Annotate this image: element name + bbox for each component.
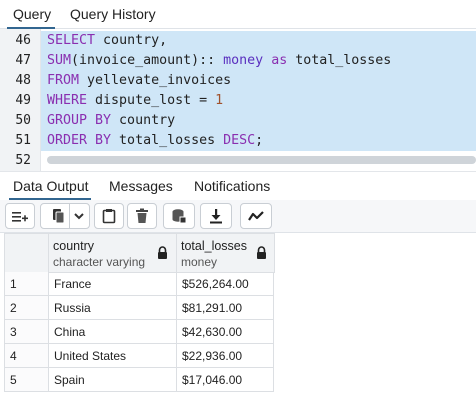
code-token: SELECT bbox=[47, 33, 96, 48]
code-line[interactable]: SUM(invoice_amount):: money as total_los… bbox=[47, 53, 391, 68]
code-line[interactable]: ORDER BY total_losses DESC; bbox=[47, 133, 263, 148]
tab-notifications[interactable]: Notifications bbox=[194, 178, 270, 194]
line-number: 50 bbox=[15, 113, 31, 128]
line-number: 47 bbox=[15, 53, 31, 68]
dropdown-divider bbox=[69, 204, 70, 228]
tab-query[interactable]: Query bbox=[6, 6, 56, 29]
code-token: as bbox=[271, 53, 288, 68]
column-type: character varying bbox=[53, 255, 146, 269]
line-number: 48 bbox=[15, 73, 31, 88]
line-number: 51 bbox=[15, 133, 31, 148]
column-header-total-losses[interactable]: total_losses money bbox=[176, 233, 275, 273]
cell-country[interactable]: Russia bbox=[48, 296, 177, 320]
row-number: 2 bbox=[4, 296, 49, 320]
paste-button[interactable] bbox=[94, 203, 124, 229]
code-token: SUM bbox=[47, 53, 72, 68]
cell-country[interactable]: Spain bbox=[48, 368, 177, 392]
cell-total-losses[interactable]: $526,264.00 bbox=[176, 272, 274, 296]
cell-total-losses[interactable]: $22,936.00 bbox=[176, 344, 274, 368]
tab-query-history[interactable]: Query History bbox=[70, 6, 156, 22]
copy-button[interactable] bbox=[40, 203, 90, 229]
cell-country[interactable]: France bbox=[48, 272, 177, 296]
code-token: FROM bbox=[47, 73, 80, 88]
column-type: money bbox=[181, 255, 218, 269]
tab-messages[interactable]: Messages bbox=[109, 178, 173, 194]
row-number-header bbox=[4, 233, 50, 273]
cell-total-losses[interactable]: $81,291.00 bbox=[176, 296, 274, 320]
code-token: country bbox=[111, 113, 176, 128]
cell-country[interactable]: China bbox=[48, 320, 177, 344]
save-data-button[interactable] bbox=[163, 203, 195, 229]
column-header-country[interactable]: country character varying bbox=[48, 233, 178, 273]
code-line[interactable]: FROM yellevate_invoices bbox=[47, 73, 231, 88]
cell-total-losses[interactable]: $42,630.00 bbox=[176, 320, 274, 344]
row-number: 5 bbox=[4, 368, 49, 392]
save-data-icon bbox=[172, 209, 187, 224]
code-token: ; bbox=[255, 133, 264, 148]
lock-icon bbox=[257, 246, 266, 259]
add-row-button[interactable] bbox=[5, 203, 35, 229]
code-token: 1 bbox=[215, 93, 224, 108]
column-name: total_losses bbox=[181, 239, 248, 253]
code-line[interactable]: SELECT country, bbox=[47, 33, 167, 48]
row-number: 3 bbox=[4, 320, 49, 344]
graph-icon bbox=[248, 211, 264, 221]
tab-data-output[interactable]: Data Output bbox=[9, 178, 90, 200]
line-number: 49 bbox=[15, 93, 31, 108]
lock-icon bbox=[158, 246, 167, 259]
data-output-toolbar bbox=[0, 200, 476, 233]
code-line[interactable]: GROUP BY country bbox=[47, 113, 175, 128]
code-token: (invoice_amount):: bbox=[71, 53, 224, 68]
chevron-down-icon[interactable] bbox=[74, 212, 84, 220]
code-line[interactable]: WHERE dispute_lost = 1 bbox=[47, 93, 223, 108]
horizontal-scrollbar[interactable] bbox=[47, 156, 476, 164]
code-token: total_losses bbox=[287, 53, 392, 68]
download-icon bbox=[210, 209, 222, 224]
sql-editor[interactable]: 46 47 48 49 50 51 52 SELECT country, SUM(invoic… bbox=[0, 29, 476, 171]
query-tabs: Query Query History bbox=[0, 0, 476, 29]
code-token: GROUP BY bbox=[47, 113, 112, 128]
code-token: DESC bbox=[223, 133, 256, 148]
graph-visualiser-button[interactable] bbox=[240, 203, 272, 229]
cell-country[interactable]: United States bbox=[48, 344, 177, 368]
line-number: 52 bbox=[15, 153, 31, 168]
line-number: 46 bbox=[15, 33, 31, 48]
download-button[interactable] bbox=[200, 203, 232, 229]
paste-icon bbox=[102, 209, 116, 224]
code-token: WHERE bbox=[47, 93, 88, 108]
column-name: country bbox=[53, 239, 94, 253]
delete-button[interactable] bbox=[127, 203, 157, 229]
delete-icon bbox=[136, 208, 148, 223]
row-number: 4 bbox=[4, 344, 49, 368]
output-tabs: Data Output Messages Notifications bbox=[0, 171, 476, 201]
add-row-icon bbox=[12, 212, 28, 222]
code-token: total_losses bbox=[111, 133, 224, 148]
code-token: dispute_lost = bbox=[87, 93, 216, 108]
code-token: country, bbox=[95, 33, 168, 48]
code-token: ORDER BY bbox=[47, 133, 112, 148]
copy-icon bbox=[53, 209, 65, 224]
code-token: money bbox=[223, 53, 264, 68]
cell-total-losses[interactable]: $17,046.00 bbox=[176, 368, 274, 392]
row-number: 1 bbox=[4, 272, 49, 296]
code-token: yellevate_invoices bbox=[79, 73, 232, 88]
